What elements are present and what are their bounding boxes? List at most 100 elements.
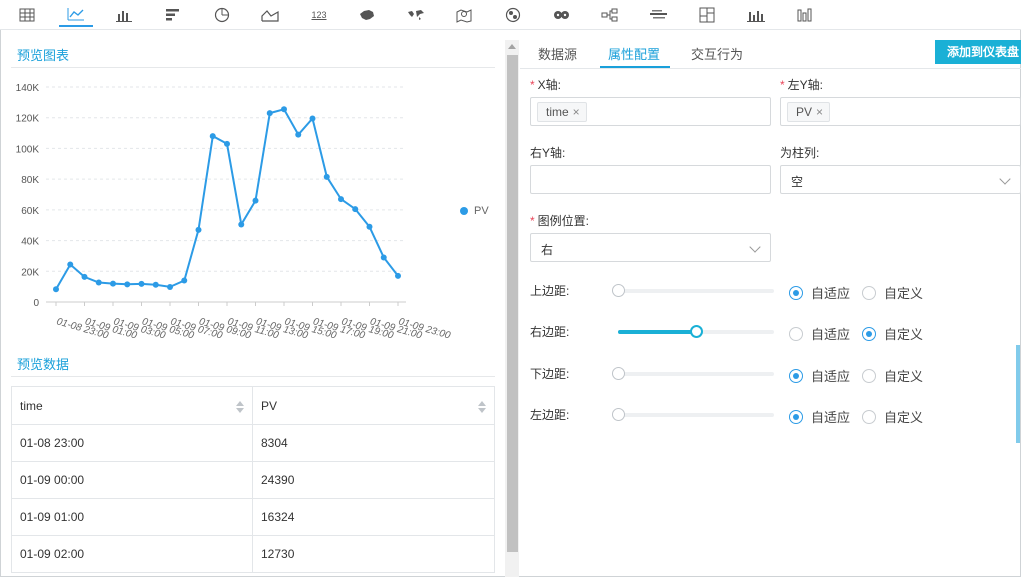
line-chart-tool[interactable]	[59, 3, 93, 27]
data-point	[209, 133, 216, 140]
radio-label: 自适应	[811, 369, 851, 384]
data-point	[152, 281, 159, 288]
field-label: 图例位置:	[537, 214, 590, 228]
map-pin-icon	[456, 9, 472, 23]
right-y-axis-field[interactable]	[530, 165, 771, 194]
radio-circle[interactable]	[789, 285, 803, 300]
chevron-down-icon	[999, 173, 1011, 185]
scrollbar-thumb[interactable]	[507, 55, 518, 552]
slider-handle[interactable]	[612, 408, 625, 421]
horizontal-bar-icon	[166, 9, 179, 21]
table-cell: 8304	[252, 424, 495, 462]
data-point	[366, 223, 373, 230]
margin-slider[interactable]	[618, 325, 774, 338]
radio-circle[interactable]	[789, 326, 803, 341]
radio-custom[interactable]: 自定义	[862, 366, 923, 385]
chart-legend[interactable]: PV	[460, 205, 489, 217]
as-column-select[interactable]: 空	[780, 165, 1021, 194]
data-point	[167, 283, 173, 290]
right-y-axis-label: 右Y轴:	[530, 146, 566, 160]
kpi-tool[interactable]: 123	[302, 3, 336, 27]
table-icon	[19, 8, 35, 22]
treemap-tool[interactable]	[690, 3, 724, 27]
radio-circle[interactable]	[862, 368, 876, 383]
scroll-up-arrow-icon[interactable]	[508, 44, 516, 49]
field-tag: time ×	[537, 102, 587, 122]
area-chart-tool[interactable]	[253, 3, 287, 27]
table-chart-tool[interactable]	[10, 3, 44, 27]
required-mark: *	[530, 78, 535, 92]
table-cell: 01-09 00:00	[11, 461, 253, 499]
margin-slider[interactable]	[612, 367, 774, 380]
tab-properties[interactable]: 属性配置	[608, 44, 660, 63]
waterfall-tool[interactable]	[739, 3, 773, 27]
radio-circle[interactable]	[862, 409, 876, 424]
slider-fill	[618, 330, 696, 334]
treemap-icon	[699, 7, 715, 23]
legend-position-select[interactable]: 右	[530, 233, 771, 262]
table-row: 01-09 02:00 12730	[11, 535, 495, 573]
radio-circle[interactable]	[789, 409, 803, 424]
bubble-chart-tool[interactable]	[496, 3, 530, 27]
radio-label: 自定义	[884, 327, 924, 342]
scatter-map-icon	[554, 11, 569, 19]
left-y-axis-field[interactable]: PV ×	[780, 97, 1021, 126]
column-header-pv[interactable]: PV	[252, 386, 495, 425]
horizontal-bar-tool[interactable]	[156, 3, 190, 27]
data-point	[352, 206, 359, 213]
scatter-map-tool[interactable]	[545, 3, 579, 27]
data-point	[380, 254, 387, 261]
data-point	[309, 115, 316, 122]
bar-chart-tool[interactable]	[107, 3, 141, 27]
radio-auto[interactable]: 自适应	[789, 283, 850, 302]
radio-auto[interactable]: 自适应	[789, 324, 850, 343]
y-tick-label: 120K	[16, 114, 40, 125]
radio-custom[interactable]: 自定义	[862, 283, 923, 302]
table-row: 01-08 23:00 8304	[11, 424, 495, 462]
margin-slider[interactable]	[612, 408, 774, 421]
pie-chart-tool[interactable]	[205, 3, 239, 27]
remove-tag-icon[interactable]: ×	[816, 105, 823, 119]
radio-custom[interactable]: 自定义	[862, 407, 923, 426]
sort-icon[interactable]	[236, 400, 244, 413]
sort-icon[interactable]	[478, 400, 486, 413]
world-map-tool[interactable]	[399, 3, 433, 27]
data-point	[67, 261, 74, 268]
y-tick-label: 140K	[16, 83, 40, 94]
word-cloud-tool[interactable]	[642, 3, 676, 27]
radio-circle[interactable]	[862, 326, 876, 341]
waterfall-icon	[747, 11, 765, 22]
tab-interaction[interactable]: 交互行为	[691, 44, 743, 63]
radio-circle[interactable]	[789, 368, 803, 383]
column-header-time[interactable]: time	[11, 386, 253, 425]
x-axis-label: * X轴:	[530, 76, 561, 93]
radio-custom[interactable]: 自定义	[862, 324, 923, 343]
radio-auto[interactable]: 自适应	[789, 407, 850, 426]
slider-handle[interactable]	[690, 325, 703, 338]
select-value: 右	[541, 243, 554, 257]
radio-circle[interactable]	[862, 285, 876, 300]
data-point	[181, 277, 188, 284]
stacked-bar-tool[interactable]	[787, 3, 821, 27]
margin-slider[interactable]	[612, 284, 774, 297]
data-point	[266, 110, 273, 117]
table-row: 01-09 01:00 16324	[11, 498, 495, 536]
remove-tag-icon[interactable]: ×	[573, 105, 580, 119]
world-map-icon	[408, 10, 424, 20]
slider-handle[interactable]	[612, 284, 625, 297]
add-to-dashboard-button[interactable]: 添加到仪表盘	[935, 40, 1021, 64]
china-map-tool[interactable]	[350, 3, 384, 27]
data-point	[252, 197, 259, 204]
column-header-label: time	[20, 398, 43, 413]
slider-handle[interactable]	[612, 367, 625, 380]
radio-auto[interactable]: 自适应	[789, 366, 850, 385]
x-axis-field[interactable]: time ×	[530, 97, 771, 126]
data-point	[138, 280, 145, 287]
location-map-tool[interactable]	[447, 3, 481, 27]
relation-graph-tool[interactable]	[593, 3, 627, 27]
tab-data-source[interactable]: 数据源	[538, 44, 577, 63]
line-chart-icon	[67, 8, 84, 21]
line-chart: 020K40K60K80K100K120K140K01-08 23:0001-0…	[16, 83, 452, 342]
y-tick-label: 100K	[16, 144, 40, 155]
word-cloud-icon	[650, 10, 667, 19]
